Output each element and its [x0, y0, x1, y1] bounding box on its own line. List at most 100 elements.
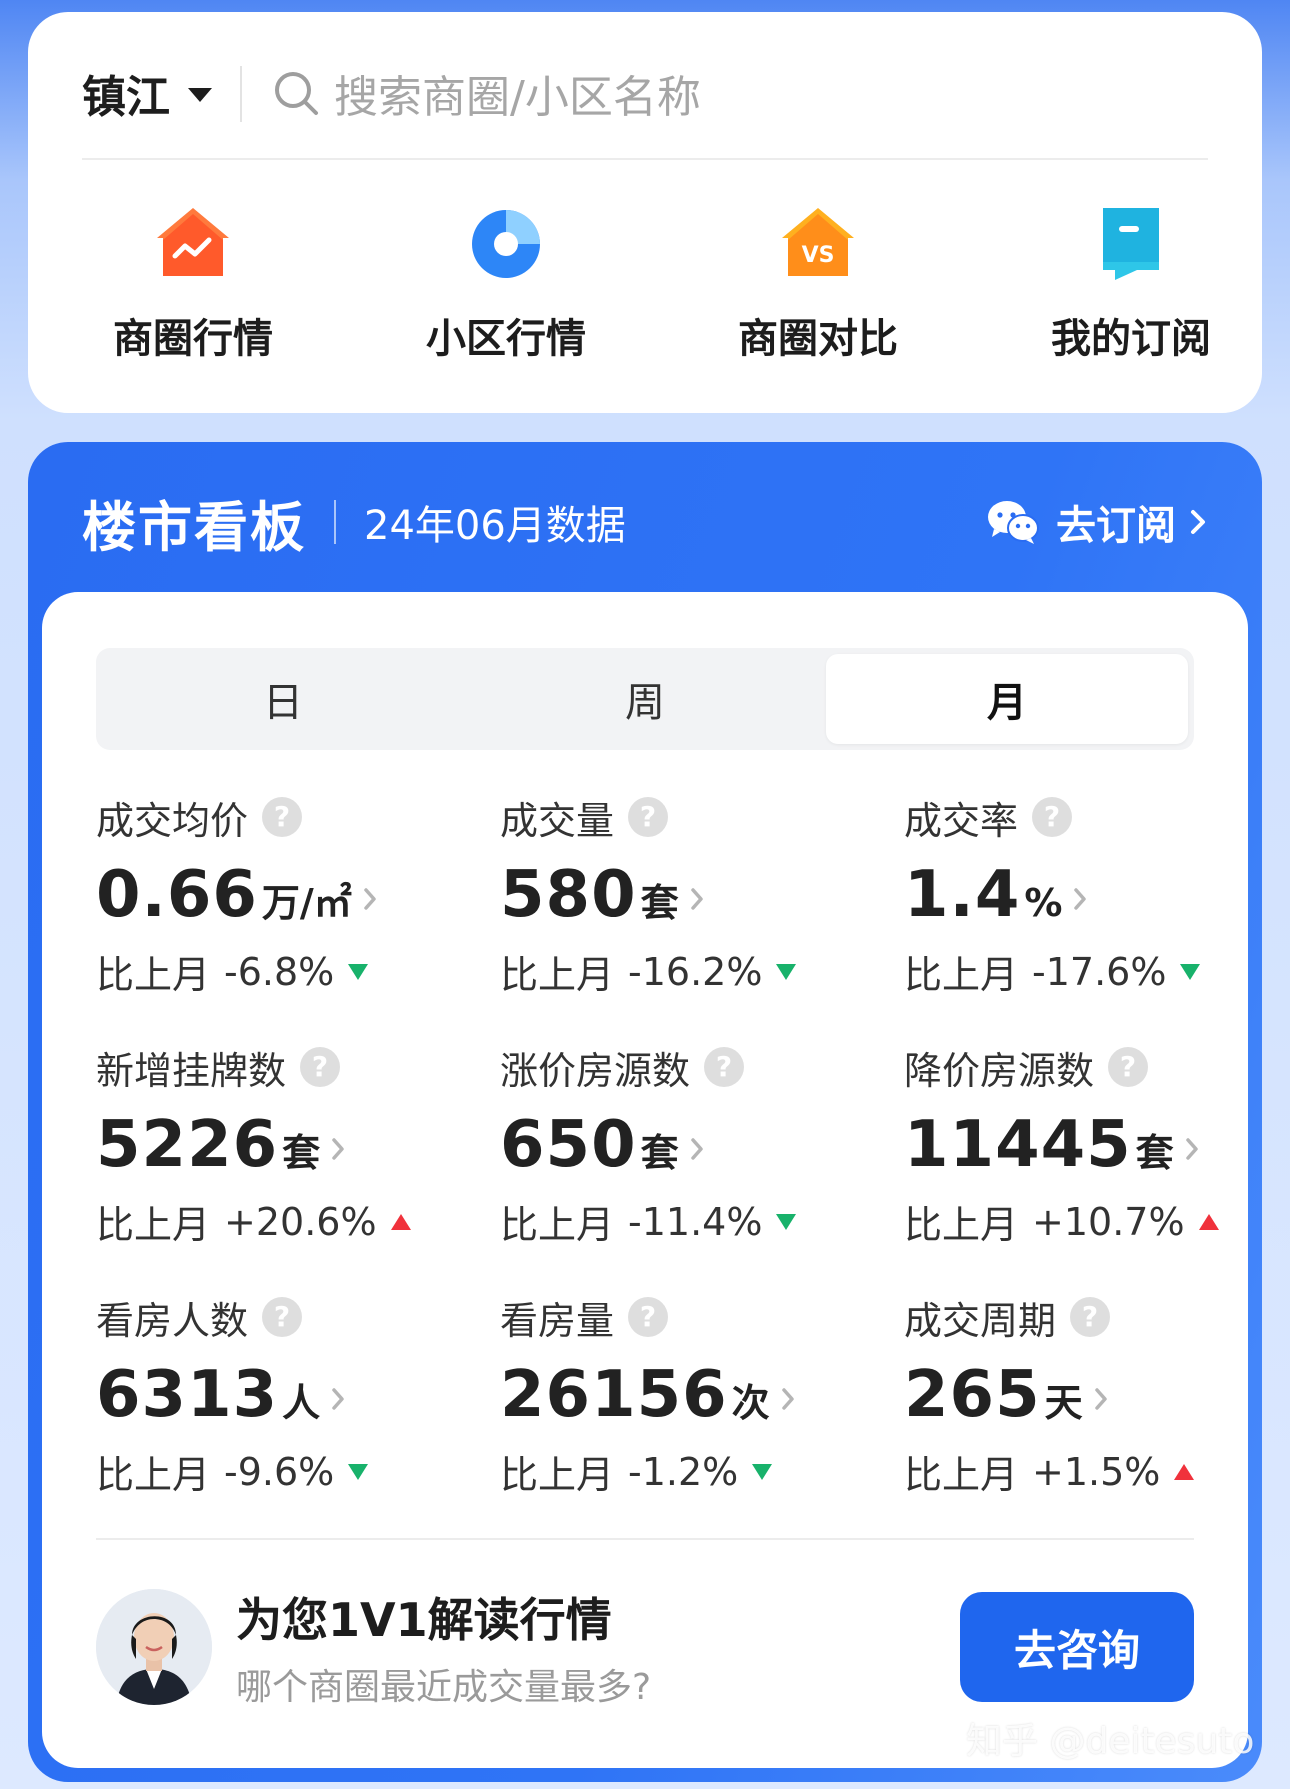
metric-label-text: 成交均价 [96, 798, 249, 843]
metric-label: 成交率? [904, 792, 1262, 843]
help-icon[interactable]: ? [1108, 1047, 1149, 1087]
metric-change: 比上月 +10.7% [904, 1194, 1262, 1249]
menu-item-subscription[interactable]: 我的订阅 [1026, 200, 1236, 364]
compare-label: 比上月 [96, 1453, 211, 1497]
metric-label: 成交均价? [96, 792, 476, 843]
metric-change: 比上月 -17.6% [904, 944, 1262, 999]
metric-label: 看房人数? [96, 1292, 476, 1343]
consult-text: 为您1V1解读行情 哪个商圈最近成交量最多? [236, 1584, 651, 1710]
consult-banner: 为您1V1解读行情 哪个商圈最近成交量最多? 去咨询 [96, 1582, 1194, 1712]
metric-change: 比上月 -11.4% [500, 1194, 880, 1249]
metric-value-row: 580 套 [500, 858, 880, 932]
compare-label: 比上月 [500, 953, 615, 997]
metric-card[interactable]: 成交周期? 265 天比上月 +1.5% [904, 1292, 1262, 1512]
metric-value: 5226 [96, 1108, 279, 1182]
search-bar: 镇江 搜索商圈/小区名称 [82, 48, 1208, 160]
metric-card[interactable]: 成交量? 580 套比上月 -16.2% [500, 792, 880, 1012]
svg-text:VS: VS [802, 243, 835, 268]
chevron-right-icon [1094, 1388, 1107, 1410]
metric-value-row: 11445 套 [904, 1108, 1262, 1182]
trend-down-icon [1180, 963, 1201, 980]
metric-value-row: 0.66 万/㎡ [96, 858, 476, 932]
chevron-right-icon [1074, 888, 1087, 910]
menu-label: 商圈对比 [738, 316, 898, 362]
city-selector[interactable]: 镇江 [82, 48, 212, 138]
metric-card[interactable]: 看房人数? 6313 人比上月 -9.6% [96, 1292, 476, 1512]
tab-day[interactable]: 日 [102, 654, 464, 744]
consult-title: 为您1V1解读行情 [236, 1593, 612, 1647]
menu-item-compare[interactable]: VS 商圈对比 [713, 200, 923, 364]
help-icon[interactable]: ? [300, 1047, 341, 1087]
subscribe-label: 去订阅 [1056, 503, 1176, 549]
metric-card[interactable]: 成交均价? 0.66 万/㎡比上月 -6.8% [96, 792, 476, 1012]
change-value: -17.6% [1032, 949, 1167, 994]
metric-card[interactable]: 看房量? 26156 次比上月 -1.2% [500, 1292, 880, 1512]
metric-card[interactable]: 成交率? 1.4% 比上月 -17.6% [904, 792, 1262, 1012]
metric-card[interactable]: 降价房源数? 11445 套比上月 +10.7% [904, 1042, 1262, 1262]
metric-value-row: 1.4% [904, 858, 1262, 932]
subscribe-button[interactable]: 去订阅 [986, 493, 1208, 551]
metric-value-row: 6313 人 [96, 1358, 476, 1432]
trend-up-icon [1174, 1463, 1195, 1480]
metric-value: 580 [500, 858, 637, 932]
metric-value: 11445 [904, 1108, 1132, 1182]
divider [240, 66, 242, 122]
metric-label-text: 看房量 [500, 1298, 615, 1343]
change-value: +1.5% [1032, 1449, 1161, 1494]
pie-chart-icon [472, 210, 540, 278]
compare-label: 比上月 [904, 1203, 1019, 1247]
chevron-right-icon [1191, 510, 1205, 534]
trend-down-icon [776, 1213, 797, 1230]
metric-value-row: 5226 套 [96, 1108, 476, 1182]
metric-value: 650 [500, 1108, 637, 1182]
vs-house-icon: VS [782, 208, 854, 276]
metric-unit: 套 [282, 1131, 321, 1175]
trend-down-icon [776, 963, 797, 980]
search-input[interactable]: 搜索商圈/小区名称 [270, 48, 1208, 138]
help-icon[interactable]: ? [628, 797, 669, 837]
tab-month[interactable]: 月 [826, 654, 1188, 744]
chevron-right-icon [332, 1138, 344, 1160]
metric-change: 比上月 -6.8% [96, 944, 476, 999]
metric-label: 降价房源数? [904, 1042, 1262, 1093]
menu-item-community[interactable]: 小区行情 [401, 200, 611, 364]
metric-value: 1.4 [904, 858, 1021, 932]
help-icon[interactable]: ? [704, 1047, 745, 1087]
help-icon[interactable]: ? [1032, 797, 1073, 837]
metric-unit: 万/㎡ [261, 881, 352, 925]
metric-change: 比上月 -16.2% [500, 944, 880, 999]
chevron-right-icon [1185, 1138, 1198, 1160]
help-icon[interactable]: ? [262, 797, 303, 837]
metric-card[interactable]: 新增挂牌数? 5226 套比上月 +20.6% [96, 1042, 476, 1262]
change-value: -9.6% [224, 1449, 335, 1494]
metric-value-row: 265 天 [904, 1358, 1262, 1432]
top-card: 镇江 搜索商圈/小区名称 商圈行情 小区行情 VS 商圈对比 我的订阅 [28, 12, 1262, 413]
change-value: +10.7% [1032, 1199, 1185, 1244]
help-icon[interactable]: ? [262, 1297, 303, 1337]
metric-label: 看房量? [500, 1292, 880, 1343]
metric-unit: 套 [1135, 1131, 1174, 1175]
bookmark-icon [1103, 208, 1159, 280]
house-trend-icon [157, 208, 229, 276]
help-icon[interactable]: ? [1070, 1297, 1111, 1337]
metric-card[interactable]: 涨价房源数? 650 套比上月 -11.4% [500, 1042, 880, 1262]
menu-item-business-district[interactable]: 商圈行情 [88, 200, 298, 364]
change-value: -11.4% [628, 1199, 763, 1244]
metric-change: 比上月 -1.2% [500, 1444, 880, 1499]
metric-value: 26156 [500, 1358, 728, 1432]
consult-button[interactable]: 去咨询 [960, 1592, 1194, 1702]
metric-unit: 套 [640, 1131, 679, 1175]
compare-label: 比上月 [500, 1453, 615, 1497]
period-tabs: 日 周 月 [96, 648, 1194, 750]
metric-label-text: 新增挂牌数 [96, 1048, 287, 1093]
divider [334, 500, 336, 544]
chevron-right-icon [364, 888, 376, 910]
tab-label: 日 [263, 680, 303, 726]
dashboard-panel: 日 周 月 成交均价? 0.66 万/㎡ 比上月 -6.8% 成交量? 580 套比上月 -16… [42, 592, 1248, 1768]
change-value: -16.2% [628, 949, 763, 994]
metric-label-text: 成交量 [500, 798, 615, 843]
avatar [96, 1589, 212, 1705]
help-icon[interactable]: ? [628, 1297, 669, 1337]
tab-week[interactable]: 周 [464, 654, 826, 744]
chevron-right-icon [690, 888, 703, 910]
